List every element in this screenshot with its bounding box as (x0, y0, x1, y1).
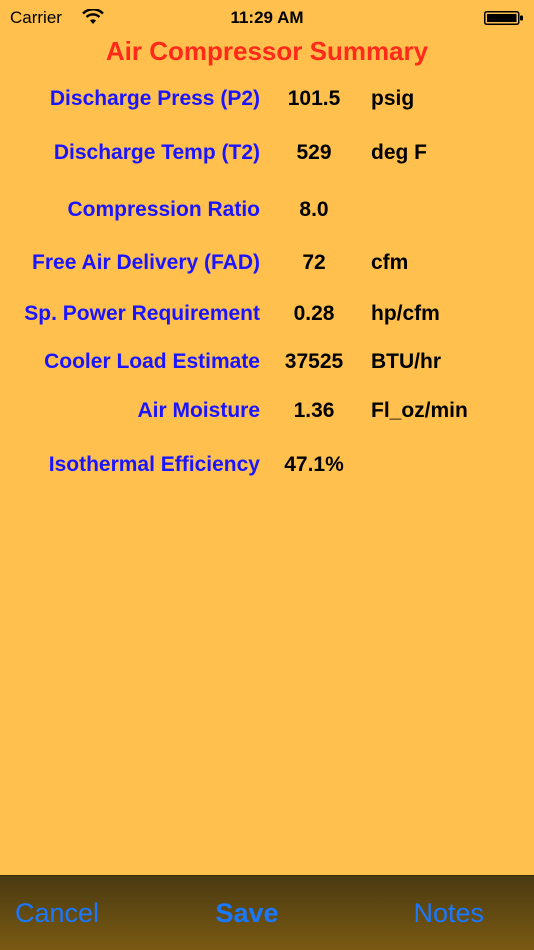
row-value: 37525 (284, 350, 344, 373)
bottom-toolbar: Cancel Save Notes (0, 875, 534, 950)
row-value: 0.28 (293, 302, 335, 325)
row-compression-ratio: Compression Ratio 8.0 (0, 194, 534, 226)
row-label: Discharge Temp (T2) (53, 141, 260, 164)
row-unit: cfm (371, 251, 409, 274)
row-value: 72 (302, 251, 326, 274)
notes-button[interactable]: Notes (413, 898, 484, 929)
status-time: 11:29 AM (230, 8, 304, 27)
row-value: 1.36 (293, 399, 335, 422)
row-label: Cooler Load Estimate (44, 350, 260, 373)
row-label: Free Air Delivery (FAD) (32, 251, 260, 274)
row-unit: Fl_oz/min (371, 399, 468, 422)
row-label: Compression Ratio (67, 198, 260, 221)
battery-icon (484, 11, 523, 25)
row-value: 101.5 (287, 87, 341, 110)
row-value: 8.0 (299, 198, 329, 221)
row-cooler-load: Cooler Load Estimate 37525 BTU/hr (0, 346, 534, 378)
row-value: 529 (296, 141, 332, 164)
row-discharge-temp: Discharge Temp (T2) 529 deg F (0, 137, 534, 169)
row-unit: hp/cfm (371, 302, 440, 325)
page-title: Air Compressor Summary (105, 36, 429, 66)
row-sp-power: Sp. Power Requirement 0.28 hp/cfm (0, 298, 534, 330)
row-label: Air Moisture (137, 399, 260, 422)
row-unit: BTU/hr (371, 350, 441, 373)
row-unit: psig (371, 87, 415, 110)
row-free-air-delivery: Free Air Delivery (FAD) 72 cfm (0, 247, 534, 279)
row-value: 47.1% (284, 453, 344, 476)
row-unit: deg F (371, 141, 427, 164)
status-bar: Carrier 11:29 AM (0, 0, 534, 36)
row-isothermal-efficiency: Isothermal Efficiency 47.1% (0, 449, 534, 481)
row-air-moisture: Air Moisture 1.36 Fl_oz/min (0, 395, 534, 427)
row-discharge-press: Discharge Press (P2) 101.5 psig (0, 83, 534, 115)
row-label: Discharge Press (P2) (49, 87, 260, 110)
row-label: Sp. Power Requirement (24, 302, 260, 325)
row-label: Isothermal Efficiency (48, 453, 260, 476)
